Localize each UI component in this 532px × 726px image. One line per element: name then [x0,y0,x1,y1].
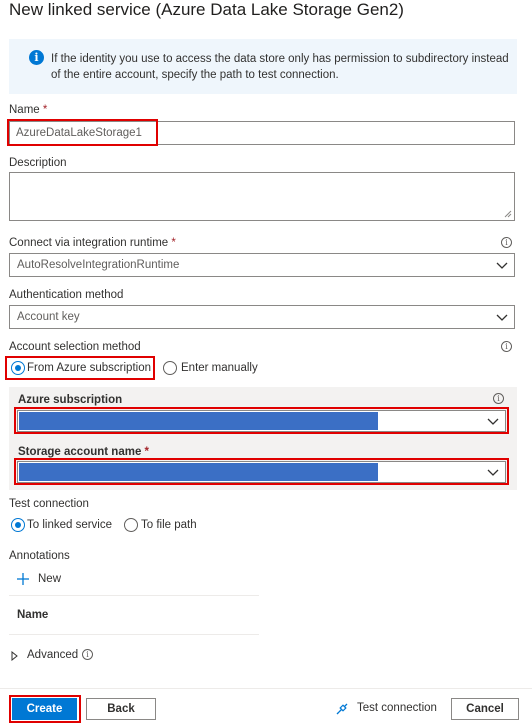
highlight-create [9,695,81,723]
radio-to-file-path[interactable] [124,518,138,532]
back-button[interactable]: Back [86,698,156,720]
name-label: Name * [9,104,47,116]
annotations-divider [9,595,259,596]
runtime-dropdown[interactable]: AutoResolveIntegrationRuntime [9,253,515,277]
radio-to-linked-service-label[interactable]: To linked service [27,519,112,531]
runtime-label: Connect via integration runtime * [9,237,176,249]
plus-icon[interactable] [16,572,30,586]
highlight-storage [14,458,509,485]
advanced-toggle[interactable]: Advanced [27,649,78,661]
description-label: Description [9,157,67,169]
auth-dropdown-value: Account key [17,311,80,323]
annotations-name-header: Name [17,609,49,621]
highlight-subscription [14,407,509,434]
highlight-name [7,119,158,146]
radio-enter-manually-label[interactable]: Enter manually [181,362,258,374]
storage-label: Storage account name * [18,446,149,458]
runtime-dropdown-value: AutoResolveIntegrationRuntime [17,259,180,271]
plug-icon [336,703,348,715]
resize-handle-icon[interactable] [504,210,512,218]
info-text: If the identity you use to access the da… [51,53,509,81]
radio-to-file-path-label[interactable]: To file path [141,519,197,531]
auth-label: Authentication method [9,289,124,301]
chevron-down-icon [496,314,508,321]
name-label-text: Name [9,104,40,116]
chevron-down-icon [496,262,508,269]
required-marker: * [171,237,176,249]
account-selection-label: Account selection method [9,341,141,353]
chevron-right-icon[interactable] [11,651,19,661]
runtime-label-text: Connect via integration runtime [9,237,169,249]
subscription-info-icon[interactable]: i [493,393,504,404]
highlight-from-subscription [5,356,155,380]
info-banner: i If the identity you use to access the … [9,39,517,94]
subscription-label: Azure subscription [18,394,123,406]
test-connection-label: Test connection [9,498,89,510]
annotations-label: Annotations [9,550,70,562]
auth-dropdown[interactable]: Account key [9,305,515,329]
radio-enter-manually[interactable] [163,361,177,375]
account-selection-info-icon[interactable]: i [501,341,512,352]
annotations-divider [9,634,259,635]
info-icon: i [29,50,44,65]
runtime-info-icon[interactable]: i [501,237,512,248]
test-connection-button[interactable]: Test connection [357,702,437,714]
footer-divider [0,688,532,689]
dialog-title: New linked service (Azure Data Lake Stor… [9,0,404,19]
radio-to-linked-service[interactable] [11,518,25,532]
storage-label-text: Storage account name [18,446,142,458]
required-marker: * [144,446,150,458]
advanced-info-icon[interactable]: i [82,649,93,660]
required-marker: * [42,104,48,116]
description-textarea[interactable] [9,172,515,221]
cancel-button[interactable]: Cancel [451,698,519,720]
new-annotation-button[interactable]: New [38,573,61,585]
